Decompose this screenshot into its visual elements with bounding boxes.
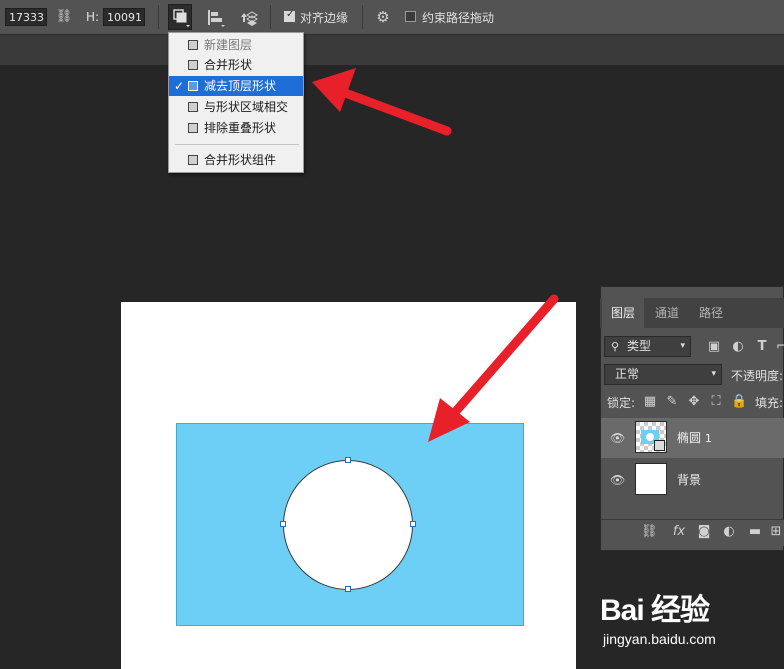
baidu-jingyan-logo: Bai 经验: [600, 594, 710, 627]
annotation-arrow-canvas: [428, 294, 559, 442]
annotation-overlay: [312, 68, 559, 442]
watermark-url: jingyan.baidu.com: [603, 631, 716, 647]
annotation-arrow-menu: [312, 68, 452, 136]
